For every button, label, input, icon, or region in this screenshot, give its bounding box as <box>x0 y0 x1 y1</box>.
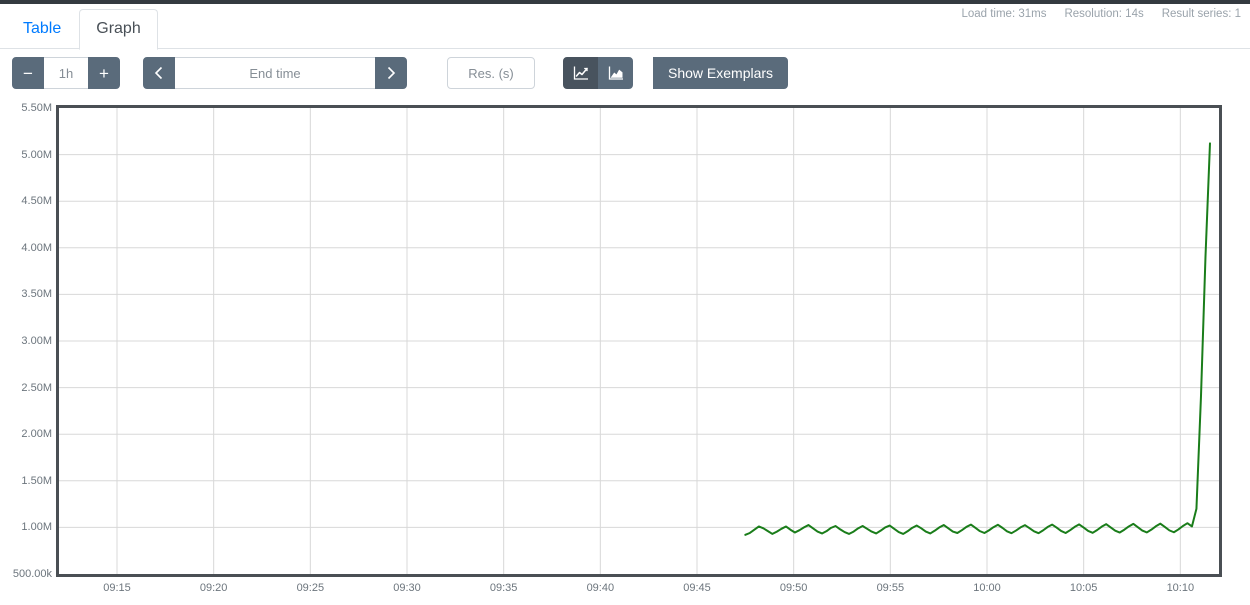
chevron-right-icon <box>387 66 396 80</box>
y-axis-tick-label: 2.50M <box>21 381 52 394</box>
top-bar: Table Graph Load time: 31ms Resolution: … <box>0 0 1250 50</box>
x-axis-tick-label: 09:40 <box>586 582 615 594</box>
previous-time-button[interactable] <box>143 57 175 89</box>
load-time-stat: Load time: 31ms <box>961 8 1047 20</box>
x-axis-tick-label: 09:25 <box>296 582 325 594</box>
range-input[interactable]: 1h <box>44 57 88 89</box>
next-time-button[interactable] <box>375 57 407 89</box>
x-axis-labels: 09:15 09:20 09:25 09:30 09:35 09:40 09:45 09:50… <box>0 578 1250 605</box>
line-chart-button[interactable] <box>563 57 598 89</box>
y-axis-labels: 5.50M 5.00M 4.50M 4.00M 3.50M 3.00M 2.50M 2.00M… <box>0 97 52 605</box>
y-axis-tick-label: 4.00M <box>21 241 52 254</box>
chevron-left-icon <box>154 66 163 80</box>
x-axis-tick-label: 09:50 <box>779 582 808 594</box>
view-tabs: Table Graph <box>6 4 159 50</box>
stacked-chart-button[interactable] <box>598 57 633 89</box>
y-axis-tick-label: 2.00M <box>21 428 52 441</box>
x-axis-tick-label: 09:30 <box>393 582 421 594</box>
y-axis-tick-label: 1.00M <box>21 521 52 534</box>
tab-table[interactable]: Table <box>6 9 78 50</box>
x-axis-tick-label: 10:05 <box>1069 582 1098 594</box>
chart-type-group <box>563 57 633 89</box>
graph-area: 5.50M 5.00M 4.50M 4.00M 3.50M 3.00M 2.50M 2.00M… <box>0 97 1250 605</box>
y-axis-tick-label: 4.50M <box>21 195 52 208</box>
plot-area[interactable] <box>56 105 1222 577</box>
x-axis-tick-label: 09:45 <box>683 582 711 594</box>
increase-range-button[interactable]: + <box>88 57 120 89</box>
tab-graph[interactable]: Graph <box>79 9 158 50</box>
graph-controls-toolbar: − 1h + End time Res. (s) Show Exemplars <box>0 49 1250 97</box>
query-stats: Load time: 31ms Resolution: 14s Result s… <box>961 8 1241 20</box>
show-exemplars-button[interactable]: Show Exemplars <box>653 57 789 89</box>
y-axis-tick-label: 3.50M <box>21 288 52 301</box>
line-chart-icon <box>573 66 588 80</box>
stacked-area-chart-icon <box>608 66 623 80</box>
end-time-input-group: End time <box>143 57 407 89</box>
y-axis-tick-label: 1.50M <box>21 474 52 487</box>
x-axis-tick-label: 10:10 <box>1166 582 1195 594</box>
x-axis-tick-label: 09:15 <box>103 582 131 594</box>
y-axis-tick-label: 5.00M <box>21 148 52 161</box>
resolution-input[interactable]: Res. (s) <box>447 57 535 89</box>
decrease-range-button[interactable]: − <box>12 57 44 89</box>
x-axis-tick-label: 09:20 <box>199 582 228 594</box>
end-time-input[interactable]: End time <box>175 57 375 89</box>
x-axis-tick-label: 10:00 <box>973 582 1001 594</box>
x-axis-tick-label: 09:55 <box>876 582 905 594</box>
y-axis-tick-label: 5.50M <box>21 102 52 114</box>
range-input-group: − 1h + <box>12 57 120 89</box>
resolution-stat: Resolution: 14s <box>1064 8 1144 20</box>
y-axis-tick-label: 3.00M <box>21 335 52 347</box>
x-axis-tick-label: 09:35 <box>489 582 518 594</box>
result-series-stat: Result series: 1 <box>1161 8 1241 20</box>
chart-svg <box>59 108 1219 574</box>
